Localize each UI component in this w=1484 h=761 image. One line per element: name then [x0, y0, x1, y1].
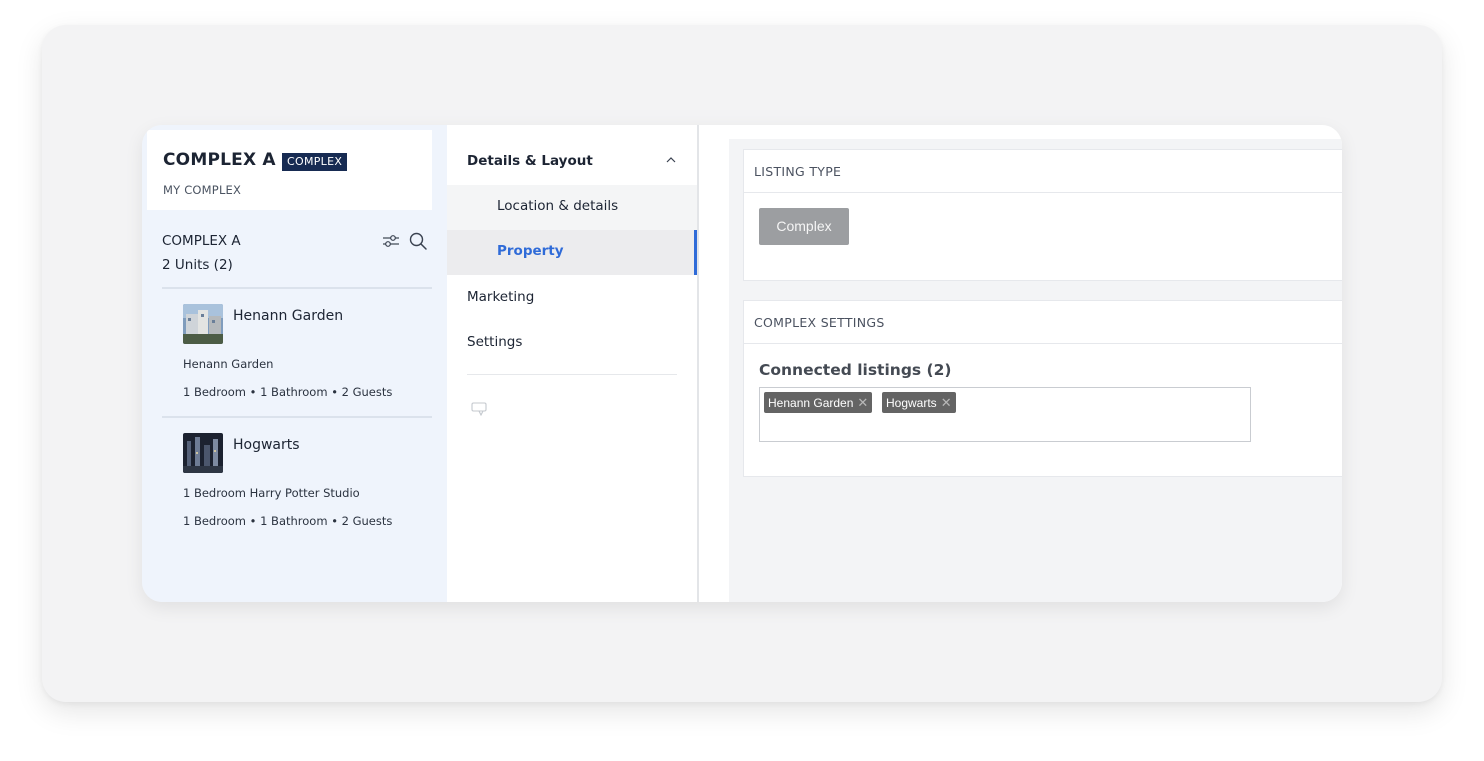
unit-list-item[interactable]: Hogwarts 1 Bedroom Harry Potter Studio 1…	[183, 433, 423, 533]
unit-thumbnail	[183, 304, 223, 344]
nav-group-details-layout[interactable]: Details & Layout	[447, 125, 697, 185]
nav-divider	[467, 374, 677, 375]
unit-description: 1 Bedroom Harry Potter Studio	[183, 486, 360, 500]
chat-icon[interactable]	[471, 402, 489, 416]
listing-tag: Hogwarts ✕	[882, 392, 956, 413]
unit-specs: 1 Bedroom • 1 Bathroom • 2 Guests	[183, 385, 393, 399]
listing-type-button[interactable]: Complex	[759, 208, 849, 245]
nav-item-label: Property	[497, 243, 564, 259]
content-panel: LISTING TYPE Complex COMPLEX SETTINGS Co…	[699, 125, 1342, 602]
card-header-label: LISTING TYPE	[754, 164, 842, 179]
section-nav: Details & Layout Location & details Prop…	[447, 125, 697, 602]
nav-item-property[interactable]: Property	[447, 230, 697, 275]
nav-group-label: Details & Layout	[467, 153, 593, 169]
nav-item-marketing[interactable]: Marketing	[467, 289, 534, 305]
card-header: COMPLEX SETTINGS	[744, 301, 1342, 344]
filter-icon[interactable]	[382, 232, 400, 250]
card-header: LISTING TYPE	[744, 150, 1342, 193]
unit-list-heading: COMPLEX A	[162, 233, 241, 249]
unit-name: Hogwarts	[233, 437, 300, 453]
listing-type-card: LISTING TYPE Complex	[743, 149, 1342, 281]
complex-type-badge: COMPLEX	[282, 153, 348, 171]
app-window: COMPLEX A COMPLEX MY COMPLEX COMPLEX A 2…	[142, 125, 1342, 602]
content-area: LISTING TYPE Complex COMPLEX SETTINGS Co…	[729, 139, 1342, 602]
unit-thumbnail	[183, 433, 223, 473]
unit-specs: 1 Bedroom • 1 Bathroom • 2 Guests	[183, 514, 393, 528]
listing-tag: Henann Garden ✕	[764, 392, 873, 413]
chevron-up-icon	[666, 157, 676, 163]
nav-item-label: Location & details	[497, 198, 619, 214]
complex-subtitle: MY COMPLEX	[163, 183, 242, 197]
unit-list-item[interactable]: Henann Garden Henann Garden 1 Bedroom • …	[183, 304, 423, 404]
card-header-label: COMPLEX SETTINGS	[754, 315, 885, 330]
nav-item-location-details[interactable]: Location & details	[447, 185, 697, 230]
complex-header: COMPLEX A COMPLEX MY COMPLEX	[147, 130, 432, 210]
nav-item-settings[interactable]: Settings	[467, 334, 522, 350]
unit-name: Henann Garden	[233, 308, 344, 324]
unit-sidebar: COMPLEX A COMPLEX MY COMPLEX COMPLEX A 2…	[142, 125, 447, 602]
complex-title: COMPLEX A	[163, 150, 276, 170]
connected-listings-title: Connected listings (2)	[759, 361, 952, 379]
tag-label: Henann Garden	[768, 396, 854, 410]
search-icon[interactable]	[408, 231, 428, 251]
unit-count: 2 Units (2)	[162, 257, 233, 273]
list-divider	[162, 416, 432, 418]
connected-listings-input[interactable]: Henann Garden ✕ Hogwarts ✕	[759, 387, 1251, 442]
remove-tag-icon[interactable]: ✕	[857, 395, 868, 410]
list-divider	[162, 287, 432, 289]
complex-settings-card: COMPLEX SETTINGS Connected listings (2) …	[743, 300, 1342, 477]
remove-tag-icon[interactable]: ✕	[941, 395, 952, 410]
unit-description: Henann Garden	[183, 357, 274, 371]
tag-label: Hogwarts	[886, 396, 937, 410]
